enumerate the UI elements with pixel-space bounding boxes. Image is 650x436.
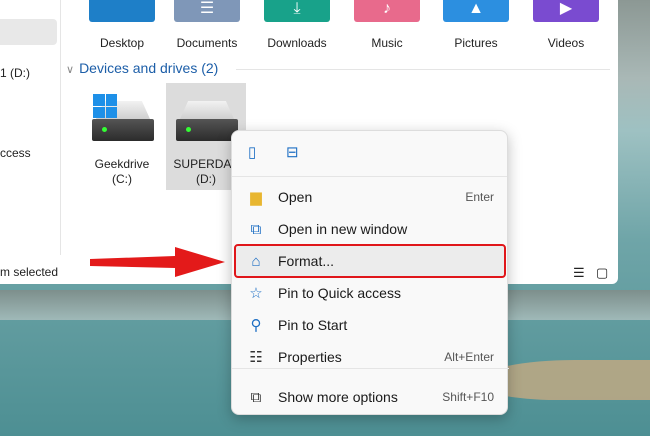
open-new-window-icon: ⧉ xyxy=(250,220,262,238)
menu-item-label: Pin to Start xyxy=(278,317,348,333)
menu-item-show-more-options[interactable]: ⧉ Show more options Shift+F10 xyxy=(236,382,504,412)
folder-label: Music xyxy=(371,36,403,50)
menu-item-label: Format... xyxy=(278,253,335,269)
folder-downloads[interactable]: ⤓ Downloads xyxy=(264,0,330,50)
menu-item-label: Show more options xyxy=(278,389,398,405)
navigation-pane: 1 (D:) ccess xyxy=(0,0,61,255)
menu-item-open-new-window[interactable]: ⧉ Open in new window xyxy=(236,214,504,244)
pin-icon: ⚲ xyxy=(250,317,262,334)
menu-item-shortcut: Shift+F10 xyxy=(442,390,494,404)
nav-item-quick-access[interactable]: ccess xyxy=(0,146,31,160)
section-title: Devices and drives (2) xyxy=(79,60,219,76)
documents-folder-icon: ☰ xyxy=(174,0,240,22)
downloads-folder-icon: ⤓ xyxy=(264,0,330,22)
details-view-icon[interactable]: ☰ xyxy=(573,265,585,281)
drive-letter: (C:) xyxy=(112,172,132,186)
star-icon: ☆ xyxy=(249,285,263,302)
red-arrow-annotation xyxy=(90,247,225,277)
copy-icon[interactable]: ▯ xyxy=(248,143,256,161)
folder-label: Downloads xyxy=(267,36,327,50)
menu-separator xyxy=(232,368,509,369)
rename-icon[interactable]: ⊟ xyxy=(286,143,299,161)
folder-videos[interactable]: ▶ Videos xyxy=(533,0,599,50)
menu-item-format[interactable]: ⌂ Format... xyxy=(234,244,506,278)
menu-item-pin-start[interactable]: ⚲ Pin to Start xyxy=(236,310,504,340)
tiles-view-icon[interactable]: ▢ xyxy=(596,265,608,281)
videos-folder-icon: ▶ xyxy=(533,0,599,22)
folder-label: Pictures xyxy=(454,36,498,50)
context-menu: ▯ ⊟ ▆ Open Enter ⧉ Open in new window ⌂ Form… xyxy=(231,130,509,415)
folder-pictures[interactable]: ▲ Pictures xyxy=(443,0,509,50)
folder-label: Desktop xyxy=(99,36,145,50)
folder-documents[interactable]: ☰ Documents xyxy=(174,0,240,50)
windows-logo-icon xyxy=(93,94,117,118)
chevron-down-icon: ∨ xyxy=(66,64,75,76)
nav-item-drive-d[interactable]: 1 (D:) xyxy=(0,66,30,80)
drive-c[interactable]: Geekdrive (C:) xyxy=(82,83,162,190)
properties-icon: ☷ xyxy=(249,349,263,366)
menu-item-label: Open in new window xyxy=(278,221,408,237)
hard-drive-icon xyxy=(92,94,154,141)
folder-label: Documents xyxy=(176,36,238,50)
music-folder-icon: ♪ xyxy=(354,0,420,22)
menu-item-open[interactable]: ▆ Open Enter xyxy=(236,182,504,212)
pictures-folder-icon: ▲ xyxy=(443,0,509,22)
status-bar-text: m selected xyxy=(0,265,59,279)
context-menu-toolbar: ▯ ⊟ xyxy=(232,131,507,177)
folder-music[interactable]: ♪ Music xyxy=(354,0,420,50)
section-header-devices[interactable]: ∨ Devices and drives (2) xyxy=(66,60,218,76)
desktop-folder-icon xyxy=(89,0,155,22)
hard-drive-icon xyxy=(176,101,238,141)
menu-item-shortcut: Alt+Enter xyxy=(444,350,494,364)
folder-desktop[interactable]: Desktop xyxy=(89,0,155,50)
format-icon: ⌂ xyxy=(251,252,261,270)
show-more-options-icon: ⧉ xyxy=(250,388,262,406)
divider xyxy=(236,69,610,70)
menu-item-label: Open xyxy=(278,189,313,205)
nav-selected-item[interactable] xyxy=(0,19,57,45)
menu-item-label: Properties xyxy=(278,349,342,365)
folder-icon: ▆ xyxy=(250,189,262,206)
menu-item-shortcut: Enter xyxy=(465,190,494,204)
menu-item-label: Pin to Quick access xyxy=(278,285,401,301)
drive-name: Geekdrive xyxy=(94,157,150,171)
menu-item-pin-quick-access[interactable]: ☆ Pin to Quick access xyxy=(236,278,504,308)
folder-label: Videos xyxy=(547,36,585,50)
